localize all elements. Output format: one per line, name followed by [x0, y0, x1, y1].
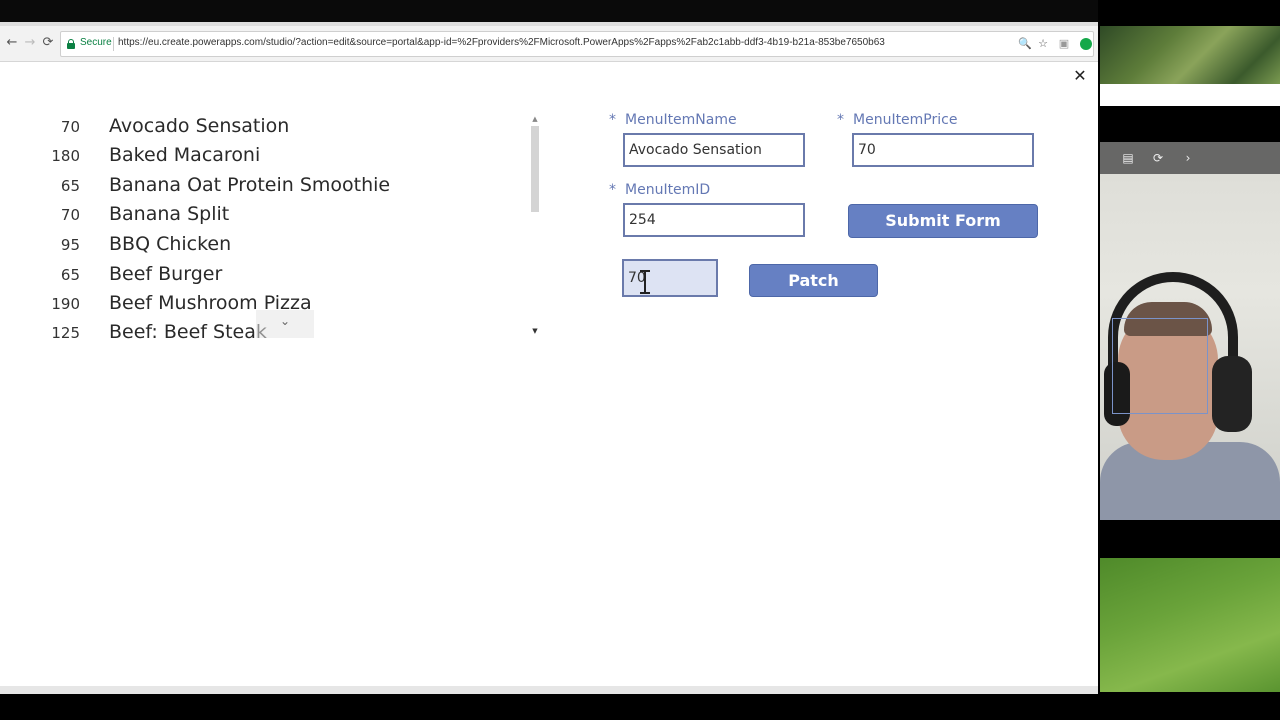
scroll-down-icon[interactable]: ▼: [529, 326, 541, 336]
extension-green-icon[interactable]: [1080, 38, 1092, 50]
item-price: 65: [60, 177, 80, 195]
item-name: Beef Burger: [109, 263, 223, 285]
patch-value-input[interactable]: 70: [622, 259, 718, 297]
forward-icon[interactable]: →: [22, 35, 38, 51]
gallery-next-arrow-icon[interactable]: ⌄: [256, 310, 314, 338]
url-text[interactable]: https://eu.create.powerapps.com/studio/?…: [118, 37, 885, 48]
lock-icon: [67, 39, 75, 49]
item-name: Beef: Beef Steak: [109, 321, 267, 340]
gallery-row[interactable]: 65 Banana Oat Protein Smoothie: [40, 173, 520, 203]
chevron-right-icon[interactable]: ›: [1180, 150, 1196, 166]
scroll-up-icon[interactable]: ▲: [529, 114, 541, 124]
playback-speed-icon[interactable]: ⟳: [1150, 150, 1166, 166]
gallery-row[interactable]: 70 Banana Split: [40, 202, 520, 232]
item-price: 95: [60, 236, 80, 254]
webcam-toolbar: ▤ ⟳ ›: [1100, 142, 1280, 174]
zoom-icon[interactable]: 🔍: [1018, 36, 1032, 52]
item-price: 70: [60, 206, 80, 224]
app-canvas: ✕ 70 Avocado Sensation 180 Baked Macaron…: [0, 62, 1098, 686]
reload-icon[interactable]: ⟳: [40, 35, 56, 51]
gallery-row[interactable]: 180 Baked Macaroni: [40, 143, 520, 173]
browser-tab-strip: [0, 0, 1098, 26]
side-panel: ▤ ⟳ ›: [1098, 0, 1280, 720]
item-name: Avocado Sensation: [109, 115, 290, 137]
item-name: BBQ Chicken: [109, 233, 232, 255]
item-name: Banana Oat Protein Smoothie: [109, 174, 391, 196]
patch-button[interactable]: Patch: [749, 264, 878, 297]
menu-item-id-label: * MenuItemID: [609, 182, 711, 198]
menu-item-price-label: * MenuItemPrice: [837, 112, 958, 128]
back-icon[interactable]: ←: [4, 35, 20, 51]
headphone-cup-right: [1212, 356, 1252, 432]
address-bar[interactable]: Secure https://eu.create.powerapps.com/s…: [60, 31, 1094, 57]
bookmark-star-icon[interactable]: ☆: [1036, 36, 1050, 52]
item-name: Baked Macaroni: [109, 144, 261, 166]
item-price: 190: [51, 295, 80, 313]
webcam-video: ▤ ⟳ ›: [1100, 142, 1280, 520]
item-price: 180: [51, 147, 80, 165]
scroll-thumb[interactable]: [531, 126, 539, 212]
wallpaper-image: [1100, 26, 1280, 84]
gallery-row[interactable]: 70 Avocado Sensation: [40, 114, 520, 144]
captions-icon[interactable]: ▤: [1120, 150, 1136, 166]
gallery-row[interactable]: 95 BBQ Chicken: [40, 232, 520, 262]
menu-item-price-input[interactable]: 70: [852, 133, 1034, 167]
menu-item-name-input[interactable]: Avocado Sensation: [623, 133, 805, 167]
menu-item-name-label: * MenuItemName: [609, 112, 737, 128]
submit-form-button[interactable]: Submit Form: [848, 204, 1038, 238]
item-price: 125: [51, 324, 80, 340]
secure-label: Secure: [80, 37, 112, 48]
extension-icon[interactable]: ▣: [1057, 36, 1071, 52]
text-cursor-icon: [640, 270, 650, 296]
gallery-row[interactable]: 65 Beef Burger: [40, 262, 520, 292]
menu-item-id-input[interactable]: 254: [623, 203, 805, 237]
item-price: 70: [60, 118, 80, 136]
wallpaper-grass-image: [1100, 558, 1280, 692]
menu-gallery[interactable]: 70 Avocado Sensation 180 Baked Macaroni …: [40, 114, 540, 340]
wallpaper-strip: [1100, 84, 1280, 106]
canvas-bottom-strip: [0, 686, 1098, 694]
item-name: Banana Split: [109, 203, 230, 225]
face-tracking-box: [1112, 318, 1208, 414]
item-price: 65: [60, 266, 80, 284]
url-divider: [113, 37, 114, 51]
browser-toolbar: ← → ⟳ Secure https://eu.create.powerapps…: [0, 26, 1098, 62]
close-icon[interactable]: ✕: [1072, 66, 1088, 86]
gallery-scrollbar[interactable]: ▲ ▼: [529, 114, 541, 340]
